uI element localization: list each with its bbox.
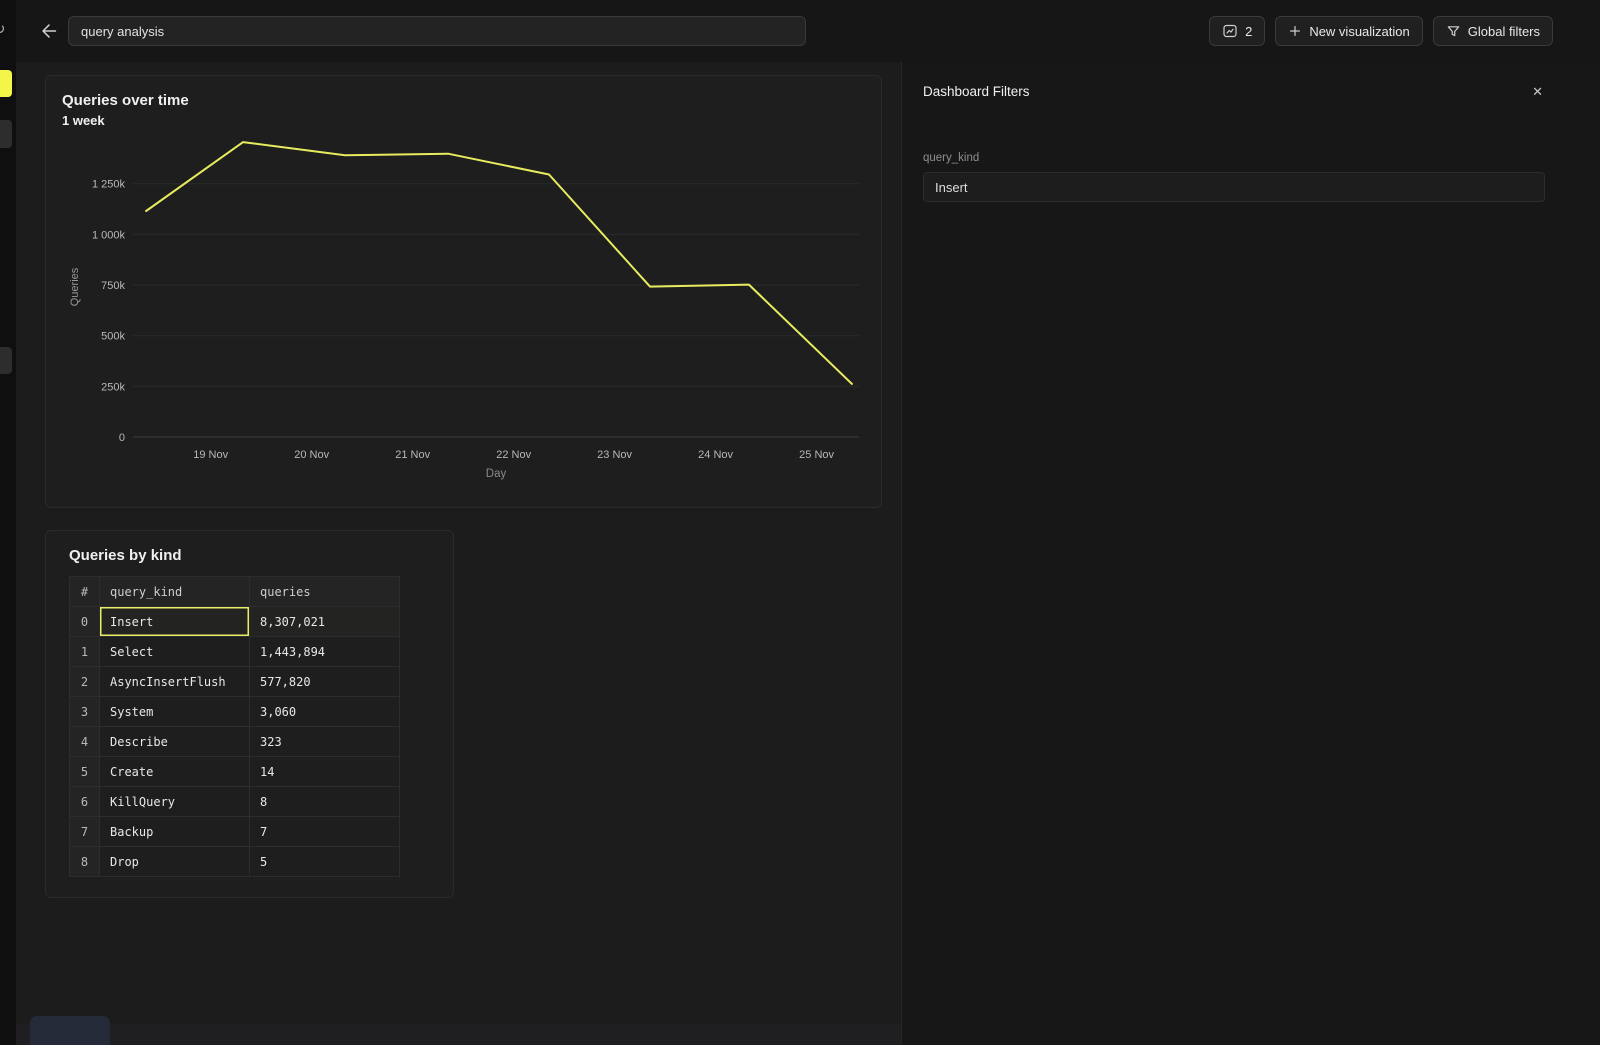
table-row: 7Backup7 [70,817,400,847]
table-cell[interactable]: 323 [250,727,400,757]
column-header-query_kind[interactable]: query_kind [100,577,250,607]
table-cell[interactable]: Describe [100,727,250,757]
y-tick-label: 0 [119,432,125,444]
row-index: 2 [70,667,100,697]
bottom-band [16,1024,901,1045]
filter-field-label: query_kind [923,152,1545,164]
table-cell[interactable]: 3,060 [250,697,400,727]
queries-by-kind-table: #query_kindqueries0Insert8,307,0211Selec… [69,576,400,877]
plus-icon [1288,24,1302,38]
y-axis-title: Queries [69,267,81,306]
topbar: 2 New visualization Global filters [16,0,1600,62]
table-row: 5Create14 [70,757,400,787]
close-filters-button[interactable]: ✕ [1530,84,1545,100]
row-index: 4 [70,727,100,757]
close-icon: ✕ [1532,84,1543,99]
chart-subtitle: 1 week [62,113,865,128]
x-tick-label: 24 Nov [698,449,733,461]
table-cell[interactable]: 5 [250,847,400,877]
table-row: 2AsyncInsertFlush577,820 [70,667,400,697]
x-tick-label: 20 Nov [294,449,329,461]
row-index: 5 [70,757,100,787]
table-row: 4Describe323 [70,727,400,757]
table-cell[interactable]: Drop [100,847,250,877]
table-cell[interactable]: 577,820 [250,667,400,697]
bottom-left-widget[interactable] [30,1016,110,1045]
topbar-actions: 2 New visualization Global filters [1209,16,1553,46]
x-tick-label: 19 Nov [193,449,228,461]
x-axis-title: Day [486,468,507,480]
visualization-count: 2 [1245,24,1252,39]
dashboard-canvas: Queries over time 1 week 0 250k 500k 750k 1 … [16,62,901,1045]
table-row: 3System3,060 [70,697,400,727]
table-cell[interactable]: 8 [250,787,400,817]
table-cell[interactable]: Insert [100,607,250,637]
dashboard-filters-panel: Dashboard Filters ✕ query_kind [901,62,1600,1045]
back-button[interactable] [36,18,62,44]
visualization-count-button[interactable]: 2 [1209,16,1265,46]
new-visualization-label: New visualization [1309,24,1409,39]
filters-panel-title: Dashboard Filters [923,84,1030,100]
row-index: 7 [70,817,100,847]
x-tick-label: 23 Nov [597,449,632,461]
table-cell[interactable]: System [100,697,250,727]
table-cell[interactable]: AsyncInsertFlush [100,667,250,697]
table-cell[interactable]: 7 [250,817,400,847]
app-root: ↻ 2 New visualization [0,0,1600,1045]
table-cell[interactable]: KillQuery [100,787,250,817]
chart-frame-icon [1222,23,1238,39]
table-cell[interactable]: Select [100,637,250,667]
table-cell[interactable]: Backup [100,817,250,847]
x-tick-label: 25 Nov [799,449,834,461]
column-header-index[interactable]: # [70,577,100,607]
row-index: 0 [70,607,100,637]
dashboard-title-input[interactable] [68,16,806,46]
x-tick-label: 21 Nov [395,449,430,461]
filters-panel-header: Dashboard Filters ✕ [923,84,1545,100]
table-row: 6KillQuery8 [70,787,400,817]
row-index: 3 [70,697,100,727]
y-tick-label: 250k [101,381,125,393]
x-tick-label: 22 Nov [496,449,531,461]
queries-by-kind-card[interactable]: Queries by kind #query_kindqueries0Inser… [45,530,454,898]
table-cell[interactable]: Create [100,757,250,787]
row-index: 1 [70,637,100,667]
new-visualization-button[interactable]: New visualization [1275,16,1422,46]
table-row: 0Insert8,307,021 [70,607,400,637]
refresh-icon[interactable]: ↻ [0,20,6,38]
sidebar: ↻ [0,0,16,1045]
funnel-icon [1446,24,1461,39]
table-cell[interactable]: 1,443,894 [250,637,400,667]
sidebar-item-active[interactable] [0,70,12,97]
sidebar-item-3[interactable] [0,347,12,374]
table-title: Queries by kind [69,547,437,564]
line-chart-svg: 0 250k 500k 750k 1 000k 1 250k 19 Nov 20 Nov 21 … [62,136,882,484]
arrow-left-icon [38,20,60,42]
table-cell[interactable]: 14 [250,757,400,787]
y-tick-label: 1 000k [92,229,126,241]
query-kind-filter-input[interactable] [923,172,1545,202]
queries-over-time-card[interactable]: Queries over time 1 week 0 250k 500k 750k 1 … [45,75,882,508]
table-cell[interactable]: 8,307,021 [250,607,400,637]
global-filters-label: Global filters [1468,24,1540,39]
table-row: 1Select1,443,894 [70,637,400,667]
column-header-queries[interactable]: queries [250,577,400,607]
table-row: 8Drop5 [70,847,400,877]
chart-title: Queries over time [62,92,865,109]
row-index: 8 [70,847,100,877]
y-tick-label: 1 250k [92,179,126,191]
global-filters-button[interactable]: Global filters [1433,16,1553,46]
y-tick-label: 750k [101,280,125,292]
y-tick-label: 500k [101,331,125,343]
sidebar-item-2[interactable] [0,120,12,148]
series-line [146,142,852,384]
row-index: 6 [70,787,100,817]
